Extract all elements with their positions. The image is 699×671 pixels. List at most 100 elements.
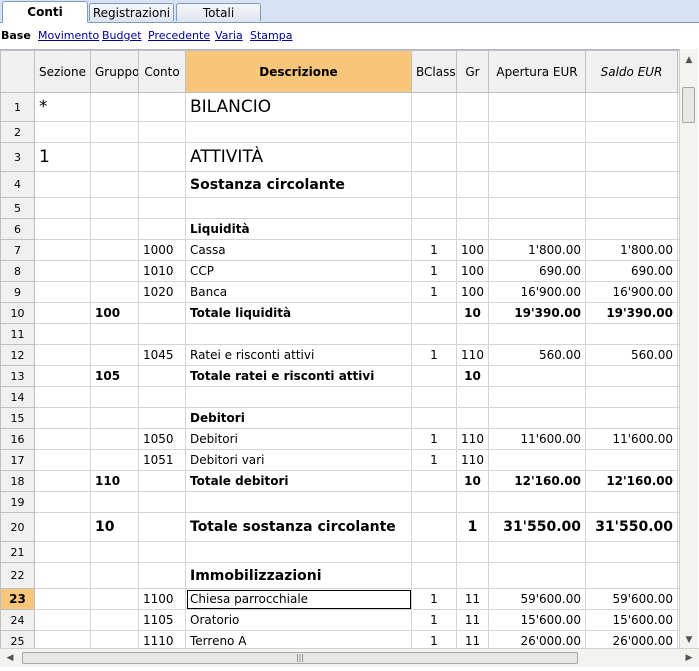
cell-bclasse[interactable]: 1 xyxy=(411,630,457,649)
cell-gr[interactable] xyxy=(456,218,489,240)
cell-saldo[interactable]: 690.00 xyxy=(585,260,678,282)
cell-gruppo[interactable] xyxy=(90,562,139,589)
cell-bclasse[interactable]: 1 xyxy=(411,609,457,631)
arrow-down-icon[interactable]: ▼ xyxy=(682,633,696,647)
cell-descrizione[interactable]: Totale liquidità xyxy=(185,302,412,324)
cell-gr[interactable] xyxy=(456,121,489,143)
cell-sezione[interactable]: 1 xyxy=(34,142,91,172)
cell-saldo[interactable] xyxy=(585,142,678,172)
cell-apertura[interactable] xyxy=(488,449,586,471)
cell-gr[interactable]: 100 xyxy=(456,239,489,261)
cell-conto[interactable] xyxy=(138,541,186,563)
arrow-right-icon[interactable]: ▶ xyxy=(682,651,696,665)
cell-gruppo[interactable] xyxy=(90,92,139,122)
cell-gruppo[interactable] xyxy=(90,541,139,563)
cell-gruppo[interactable] xyxy=(90,239,139,261)
vertical-scroll-thumb[interactable] xyxy=(682,87,695,123)
cell-sezione[interactable] xyxy=(34,449,91,471)
arrow-left-icon[interactable]: ◀ xyxy=(3,651,17,665)
cell-descrizione[interactable]: CCP xyxy=(185,260,412,282)
row-number[interactable]: 25 xyxy=(0,630,35,649)
cell-bclasse[interactable] xyxy=(411,302,457,324)
cell-gr[interactable]: 11 xyxy=(456,588,489,610)
row-number[interactable]: 5 xyxy=(0,197,35,219)
cell-descrizione[interactable]: Liquidità xyxy=(185,218,412,240)
cell-apertura[interactable]: 31'550.00 xyxy=(488,512,586,542)
cell-apertura[interactable]: 15'600.00 xyxy=(488,609,586,631)
cell-bclasse[interactable]: 1 xyxy=(411,449,457,471)
view-base[interactable]: Base xyxy=(1,29,31,42)
cell-gruppo[interactable] xyxy=(90,386,139,408)
cell-conto[interactable]: 1010 xyxy=(138,260,186,282)
cell-conto[interactable] xyxy=(138,171,186,198)
column-header-conto[interactable]: Conto xyxy=(138,50,186,93)
cell-gruppo[interactable]: 100 xyxy=(90,302,139,324)
cell-descrizione[interactable] xyxy=(185,491,412,513)
cell-apertura[interactable] xyxy=(488,218,586,240)
cell-saldo[interactable]: 12'160.00 xyxy=(585,470,678,492)
row-number[interactable]: 4 xyxy=(0,171,35,198)
cell-bclasse[interactable] xyxy=(411,541,457,563)
cell-sezione[interactable] xyxy=(34,239,91,261)
view-budget[interactable]: Budget xyxy=(102,29,142,42)
cell-apertura[interactable] xyxy=(488,92,586,122)
cell-conto[interactable] xyxy=(138,92,186,122)
row-number[interactable]: 9 xyxy=(0,281,35,303)
cell-gr[interactable] xyxy=(456,491,489,513)
cell-apertura[interactable] xyxy=(488,491,586,513)
row-number[interactable]: 2 xyxy=(0,121,35,143)
cell-saldo[interactable] xyxy=(585,323,678,345)
cell-apertura[interactable] xyxy=(488,407,586,429)
cell-gr[interactable]: 110 xyxy=(456,344,489,366)
cell-apertura[interactable]: 690.00 xyxy=(488,260,586,282)
cell-sezione[interactable] xyxy=(34,302,91,324)
cell-gr[interactable]: 11 xyxy=(456,609,489,631)
cell-bclasse[interactable] xyxy=(411,386,457,408)
cell-sezione[interactable] xyxy=(34,323,91,345)
cell-saldo[interactable] xyxy=(585,121,678,143)
cell-conto[interactable]: 1000 xyxy=(138,239,186,261)
cell-gruppo[interactable] xyxy=(90,407,139,429)
row-number-header[interactable] xyxy=(0,50,35,93)
row-number[interactable]: 8 xyxy=(0,260,35,282)
row-number[interactable]: 20 xyxy=(0,512,35,542)
row-number[interactable]: 10 xyxy=(0,302,35,324)
cell-conto[interactable]: 1020 xyxy=(138,281,186,303)
cell-conto[interactable] xyxy=(138,470,186,492)
cell-bclasse[interactable] xyxy=(411,491,457,513)
cell-gruppo[interactable]: 110 xyxy=(90,470,139,492)
cell-gruppo[interactable] xyxy=(90,218,139,240)
tab-totali[interactable]: Totali xyxy=(176,3,261,21)
cell-apertura[interactable] xyxy=(488,365,586,387)
cell-bclasse[interactable] xyxy=(411,171,457,198)
row-number[interactable]: 13 xyxy=(0,365,35,387)
cell-sezione[interactable] xyxy=(34,121,91,143)
cell-sezione[interactable] xyxy=(34,562,91,589)
cell-conto[interactable] xyxy=(138,218,186,240)
tab-registrazioni[interactable]: Registrazioni xyxy=(89,3,174,21)
cell-gruppo[interactable] xyxy=(90,260,139,282)
cell-gr[interactable]: 10 xyxy=(456,365,489,387)
row-number[interactable]: 7 xyxy=(0,239,35,261)
tab-conti[interactable]: Conti xyxy=(2,1,88,23)
cell-apertura[interactable]: 26'000.00 xyxy=(488,630,586,649)
cell-gr[interactable] xyxy=(456,323,489,345)
cell-saldo[interactable] xyxy=(585,197,678,219)
cell-gr[interactable]: 110 xyxy=(456,449,489,471)
cell-gr[interactable] xyxy=(456,541,489,563)
cell-conto[interactable] xyxy=(138,365,186,387)
cell-sezione[interactable] xyxy=(34,197,91,219)
row-number[interactable]: 12 xyxy=(0,344,35,366)
cell-sezione[interactable] xyxy=(34,281,91,303)
row-number[interactable]: 16 xyxy=(0,428,35,450)
cell-descrizione[interactable] xyxy=(185,121,412,143)
cell-gr[interactable] xyxy=(456,142,489,172)
cell-sezione[interactable] xyxy=(34,588,91,610)
cell-gr[interactable] xyxy=(456,386,489,408)
cell-apertura[interactable] xyxy=(488,171,586,198)
cell-descrizione[interactable]: ATTIVITÀ xyxy=(185,142,412,172)
column-header-saldo[interactable]: Saldo EUR xyxy=(585,50,678,93)
cell-descrizione[interactable]: Totale debitori xyxy=(185,470,412,492)
cell-bclasse[interactable]: 1 xyxy=(411,260,457,282)
cell-gruppo[interactable] xyxy=(90,197,139,219)
